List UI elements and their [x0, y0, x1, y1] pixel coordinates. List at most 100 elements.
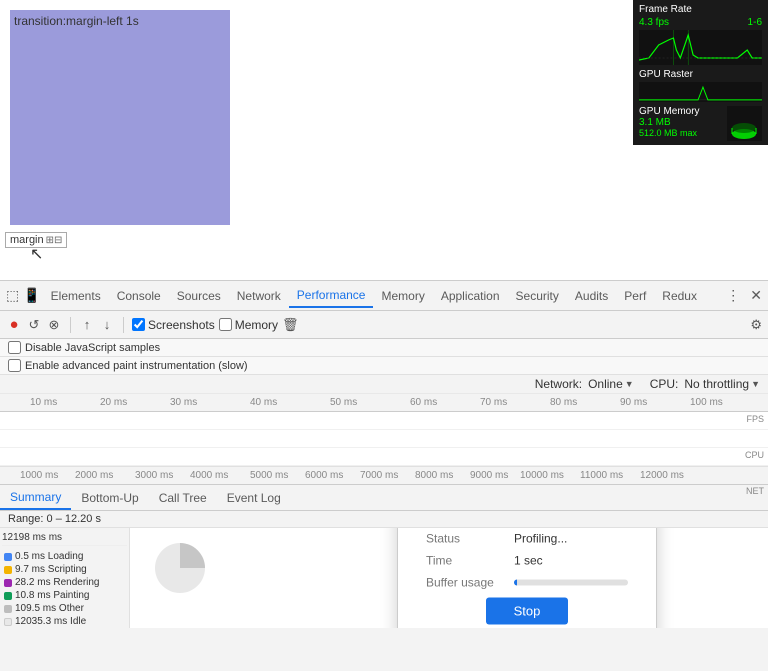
bottom-tab-call-tree[interactable]: Call Tree: [149, 487, 217, 509]
painting-entry: 10.8 ms Painting: [2, 589, 127, 602]
time-label: Time: [426, 554, 506, 568]
enable-advanced-paint-label[interactable]: Enable advanced paint instrumentation (s…: [8, 359, 760, 372]
fps-strip: FPS: [0, 412, 768, 430]
screenshots-checkbox-label[interactable]: Screenshots: [132, 318, 215, 332]
pie-chart: [150, 538, 210, 598]
record-button[interactable]: ●: [6, 317, 22, 333]
summary-right-panel: Status Profiling... Time 1 sec Buffer us…: [130, 528, 768, 628]
fps-label: 4.3 fps: [639, 17, 669, 28]
timeline-ruler-bottom: 1000 ms 2000 ms 3000 ms 4000 ms 5000 ms …: [0, 467, 768, 485]
net-strip: NET: [0, 448, 768, 466]
tab-security[interactable]: Security: [508, 285, 567, 307]
enable-advanced-paint-row: Enable advanced paint instrumentation (s…: [0, 357, 768, 375]
disable-js-label[interactable]: Disable JavaScript samples: [8, 341, 760, 354]
trash-icon[interactable]: 🗑: [282, 317, 299, 333]
main-content-area: 12198 ms ms 0.5 ms Loading 9.7 ms Script…: [0, 528, 768, 628]
fps-graph: [639, 30, 762, 65]
disable-js-checkbox[interactable]: [8, 341, 21, 354]
status-label: Status: [426, 532, 506, 546]
performance-toolbar: ● ↺ ⊗ ↑ ↓ Screenshots Memory 🗑 ⚙: [0, 311, 768, 339]
loading-dot: [4, 553, 12, 561]
network-cpu-row: Network: Online ▼ CPU: No throttling ▼: [0, 375, 768, 394]
save-profile-button[interactable]: ↓: [99, 317, 115, 333]
metric-strips: FPS CPU NET: [0, 412, 768, 467]
tab-memory[interactable]: Memory: [373, 285, 432, 307]
mobile-icon[interactable]: 📱: [21, 285, 42, 306]
bottom-tab-event-log[interactable]: Event Log: [217, 487, 291, 509]
network-dropdown-arrow: ▼: [625, 379, 634, 389]
screenshots-checkbox[interactable]: [132, 318, 145, 331]
frame-rate-title: Frame Rate: [639, 4, 762, 15]
gpu-raster-graph: [639, 82, 762, 102]
timeline-ruler-top: 10 ms 20 ms 30 ms 40 ms 50 ms 60 ms 70 m…: [0, 394, 768, 412]
transition-label: transition:margin-left 1s: [14, 14, 139, 28]
scripting-entry: 9.7 ms Scripting: [2, 563, 127, 576]
devtools-tabs-bar: ⬚ 📱 Elements Console Sources Network Per…: [0, 281, 768, 311]
tab-perf[interactable]: Perf: [616, 285, 654, 307]
bottom-tab-bottom-up[interactable]: Bottom-Up: [71, 487, 148, 509]
animated-box: [10, 10, 230, 225]
stop-button[interactable]: Stop: [486, 598, 569, 625]
loading-entry: 0.5 ms Loading: [2, 550, 127, 563]
tab-sources[interactable]: Sources: [169, 285, 229, 307]
total-time-label: 12198 ms ms: [2, 530, 127, 546]
time-value: 1 sec: [514, 554, 543, 568]
disable-js-row: Disable JavaScript samples: [0, 339, 768, 357]
rendering-entry: 28.2 ms Rendering: [2, 576, 127, 589]
reload-record-button[interactable]: ↺: [26, 317, 42, 333]
gpu-raster-title: GPU Raster: [639, 69, 762, 80]
buffer-progress-fill: [514, 580, 517, 586]
network-dropdown[interactable]: Network: Online ▼: [535, 377, 634, 391]
cpu-strip: CPU: [0, 430, 768, 448]
idle-dot: [4, 618, 12, 626]
separator-2: [123, 317, 124, 333]
devtools-panel: ⬚ 📱 Elements Console Sources Network Per…: [0, 280, 768, 671]
status-row: Status Profiling...: [426, 532, 628, 546]
settings-icon[interactable]: ⚙: [750, 317, 762, 333]
gpu-memory-value1: 3.1 MB: [639, 117, 723, 128]
clear-button[interactable]: ⊗: [46, 317, 62, 333]
gpu-memory-value2: 512.0 MB max: [639, 128, 723, 138]
bottom-tabs-bar: Summary Bottom-Up Call Tree Event Log: [0, 485, 768, 511]
load-profile-button[interactable]: ↑: [79, 317, 95, 333]
profiling-dialog: Status Profiling... Time 1 sec Buffer us…: [397, 528, 657, 628]
enable-advanced-paint-checkbox[interactable]: [8, 359, 21, 372]
rendering-dot: [4, 579, 12, 587]
net-strip-label: NET: [746, 486, 764, 496]
tab-console[interactable]: Console: [109, 285, 169, 307]
more-tabs-icon[interactable]: ⋮: [724, 285, 742, 306]
other-entry: 109.5 ms Other: [2, 602, 127, 615]
bottom-tab-summary[interactable]: Summary: [0, 486, 71, 510]
tab-redux[interactable]: Redux: [654, 285, 705, 307]
tab-audits[interactable]: Audits: [567, 285, 616, 307]
fps-value-right: 1-6: [748, 17, 762, 28]
fps-strip-label: FPS: [746, 414, 764, 424]
cpu-dropdown[interactable]: CPU: No throttling ▼: [650, 377, 760, 391]
buffer-row: Buffer usage: [426, 576, 628, 590]
devtools-extra-icons: ⋮ ✕: [724, 285, 764, 306]
close-devtools-icon[interactable]: ✕: [748, 285, 764, 306]
summary-left-panel: 12198 ms ms 0.5 ms Loading 9.7 ms Script…: [0, 528, 130, 628]
inspect-icon[interactable]: ⬚: [4, 285, 21, 306]
buffer-label: Buffer usage: [426, 576, 506, 590]
tab-elements[interactable]: Elements: [43, 285, 109, 307]
range-display: Range: 0 – 12.20 s: [0, 511, 768, 528]
cursor: ↖: [30, 244, 43, 264]
buffer-progress-container: [514, 580, 628, 586]
gpu-memory-title: GPU Memory: [639, 106, 723, 117]
memory-checkbox[interactable]: [219, 318, 232, 331]
memory-checkbox-label[interactable]: Memory: [219, 318, 278, 332]
gpu-memory-graph: [727, 106, 762, 141]
frame-rate-overlay: Frame Rate 4.3 fps 1-6 GPU Raster: [633, 0, 768, 145]
cpu-dropdown-arrow: ▼: [751, 379, 760, 389]
other-dot: [4, 605, 12, 613]
status-value: Profiling...: [514, 532, 567, 546]
painting-dot: [4, 592, 12, 600]
tab-network[interactable]: Network: [229, 285, 289, 307]
separator-1: [70, 317, 71, 333]
tab-application[interactable]: Application: [433, 285, 508, 307]
idle-entry: 12035.3 ms Idle: [2, 615, 127, 628]
scripting-dot: [4, 566, 12, 574]
time-row: Time 1 sec: [426, 554, 628, 568]
tab-performance[interactable]: Performance: [289, 284, 374, 308]
